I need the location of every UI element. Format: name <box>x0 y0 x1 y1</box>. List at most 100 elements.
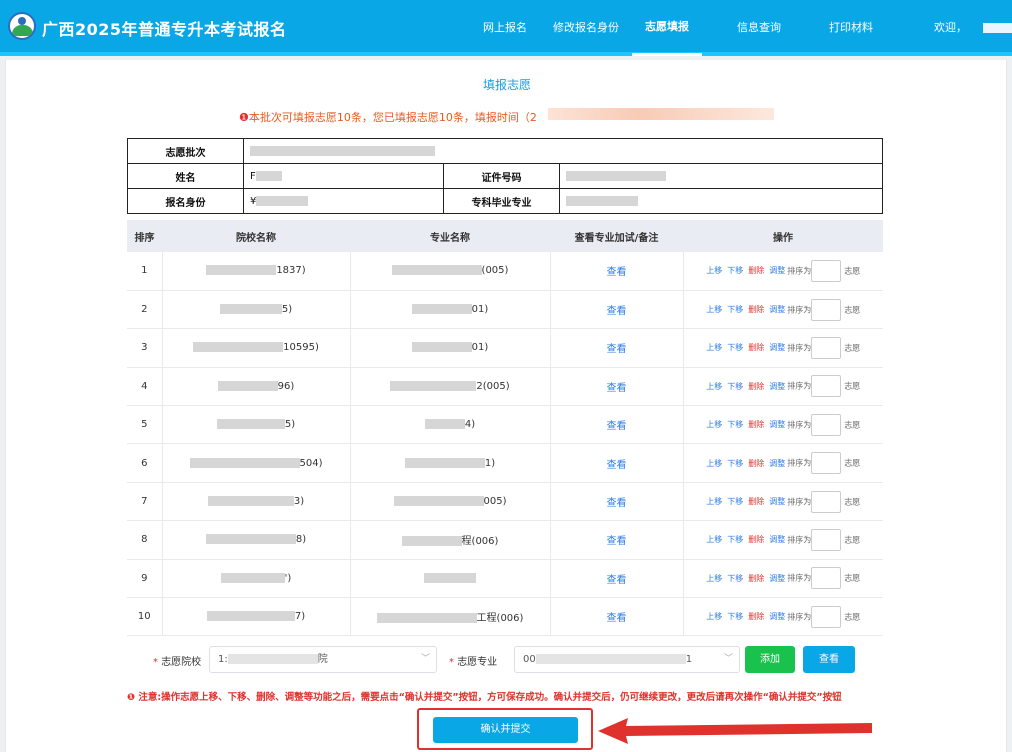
delete-link[interactable]: 删除 <box>748 612 764 621</box>
order-input[interactable] <box>811 336 842 359</box>
row-view-link[interactable]: 查看 <box>550 367 684 407</box>
nav-volunteer-fill[interactable]: 志愿填报 <box>632 0 702 56</box>
row-major: (005) <box>350 252 551 291</box>
value-identity: ¥ <box>243 188 444 214</box>
school-select[interactable]: 1: 院 ﹀ <box>209 646 437 673</box>
adjust-link[interactable]: 调整 <box>769 612 785 621</box>
nav-info-query[interactable]: 信息查询 <box>724 0 794 56</box>
row-view-link[interactable]: 查看 <box>550 328 684 368</box>
redacted-username <box>983 23 1012 33</box>
move-down-link[interactable]: 下移 <box>727 574 743 583</box>
row-school: 5) <box>162 290 351 330</box>
move-up-link[interactable]: 上移 <box>706 535 722 544</box>
row-school: 8) <box>162 520 351 560</box>
order-input[interactable] <box>811 490 842 513</box>
order-input[interactable] <box>811 605 842 628</box>
adjust-link[interactable]: 调整 <box>769 343 785 352</box>
row-order: 9 <box>127 559 163 599</box>
delete-link[interactable]: 删除 <box>748 382 764 391</box>
row-view-link[interactable]: 查看 <box>550 405 684 445</box>
row-ops: 上移 下移 删除 调整 排序为 志愿 <box>683 252 883 291</box>
move-up-link[interactable]: 上移 <box>706 459 722 468</box>
add-button[interactable]: 添加 <box>745 646 795 673</box>
school-label: * 志愿院校 <box>153 657 202 668</box>
label-name: 姓名 <box>127 163 244 189</box>
move-down-link[interactable]: 下移 <box>727 420 743 429</box>
warning-note: ❶ 注意:操作志愿上移、下移、删除、调整等功能之后，需要点击“确认并提交”按钮，… <box>127 692 842 703</box>
value-major <box>559 188 883 214</box>
adjust-link[interactable]: 调整 <box>769 266 785 275</box>
move-down-link[interactable]: 下移 <box>727 305 743 314</box>
nav-modify-identity[interactable]: 修改报名身份 <box>540 0 632 56</box>
move-up-link[interactable]: 上移 <box>706 343 722 352</box>
row-view-link[interactable]: 查看 <box>550 482 684 522</box>
row-major: 2(005) <box>350 367 551 407</box>
delete-link[interactable]: 删除 <box>748 343 764 352</box>
move-up-link[interactable]: 上移 <box>706 420 722 429</box>
move-down-link[interactable]: 下移 <box>727 535 743 544</box>
row-school: ') <box>162 559 351 599</box>
adjust-link[interactable]: 调整 <box>769 305 785 314</box>
welcome-user[interactable]: 欢迎， <box>908 0 1012 56</box>
row-view-link[interactable]: 查看 <box>550 520 684 560</box>
query-button[interactable]: 查看 <box>803 646 855 673</box>
delete-link[interactable]: 删除 <box>748 459 764 468</box>
row-order: 7 <box>127 482 163 522</box>
move-down-link[interactable]: 下移 <box>727 266 743 275</box>
main-nav: 网上报名 修改报名身份 志愿填报 信息查询 打印材料 欢迎， <box>470 0 1012 56</box>
adjust-link[interactable]: 调整 <box>769 497 785 506</box>
alert-dot-icon: ❶ <box>127 692 139 703</box>
row-view-link[interactable]: 查看 <box>550 559 684 599</box>
move-up-link[interactable]: 上移 <box>706 574 722 583</box>
adjust-link[interactable]: 调整 <box>769 535 785 544</box>
row-major: 工程(006) <box>350 597 551 637</box>
nav-print-materials[interactable]: 打印材料 <box>816 0 886 56</box>
row-view-link[interactable]: 查看 <box>550 597 684 637</box>
delete-link[interactable]: 删除 <box>748 266 764 275</box>
move-down-link[interactable]: 下移 <box>727 612 743 621</box>
row-view-link[interactable]: 查看 <box>550 252 684 291</box>
order-input[interactable] <box>811 528 842 551</box>
row-major: 005) <box>350 482 551 522</box>
move-up-link[interactable]: 上移 <box>706 266 722 275</box>
delete-link[interactable]: 删除 <box>748 420 764 429</box>
row-order: 1 <box>127 252 163 291</box>
row-school: 1837) <box>162 252 351 291</box>
move-up-link[interactable]: 上移 <box>706 612 722 621</box>
order-input[interactable] <box>811 567 842 590</box>
adjust-link[interactable]: 调整 <box>769 459 785 468</box>
adjust-link[interactable]: 调整 <box>769 420 785 429</box>
nav-online-registration[interactable]: 网上报名 <box>470 0 540 56</box>
order-input[interactable] <box>811 452 842 475</box>
row-order: 4 <box>127 367 163 407</box>
major-select[interactable]: 00 1 ﹀ <box>514 646 740 673</box>
move-down-link[interactable]: 下移 <box>727 343 743 352</box>
row-ops: 上移 下移 删除 调整 排序为 志愿 <box>683 290 883 330</box>
delete-link[interactable]: 删除 <box>748 497 764 506</box>
order-input[interactable] <box>811 413 842 436</box>
row-view-link[interactable]: 查看 <box>550 443 684 483</box>
row-ops: 上移 下移 删除 调整 排序为 志愿 <box>683 328 883 368</box>
delete-link[interactable]: 删除 <box>748 574 764 583</box>
order-input[interactable] <box>811 298 842 321</box>
row-major: 01) <box>350 328 551 368</box>
move-up-link[interactable]: 上移 <box>706 382 722 391</box>
order-input[interactable] <box>811 375 842 398</box>
move-down-link[interactable]: 下移 <box>727 497 743 506</box>
top-bar: 广西2025年普通专升本考试报名 网上报名 修改报名身份 志愿填报 信息查询 打… <box>0 0 1012 56</box>
page-title: 填报志愿 <box>482 78 531 92</box>
row-view-link[interactable]: 查看 <box>550 290 684 330</box>
adjust-link[interactable]: 调整 <box>769 382 785 391</box>
row-ops: 上移 下移 删除 调整 排序为 志愿 <box>683 520 883 560</box>
order-input[interactable] <box>811 259 842 282</box>
confirm-submit-button[interactable]: 确认并提交 <box>433 717 578 743</box>
move-up-link[interactable]: 上移 <box>706 305 722 314</box>
delete-link[interactable]: 删除 <box>748 535 764 544</box>
row-school: 3) <box>162 482 351 522</box>
row-school: 10595) <box>162 328 351 368</box>
move-up-link[interactable]: 上移 <box>706 497 722 506</box>
move-down-link[interactable]: 下移 <box>727 382 743 391</box>
delete-link[interactable]: 删除 <box>748 305 764 314</box>
adjust-link[interactable]: 调整 <box>769 574 785 583</box>
move-down-link[interactable]: 下移 <box>727 459 743 468</box>
